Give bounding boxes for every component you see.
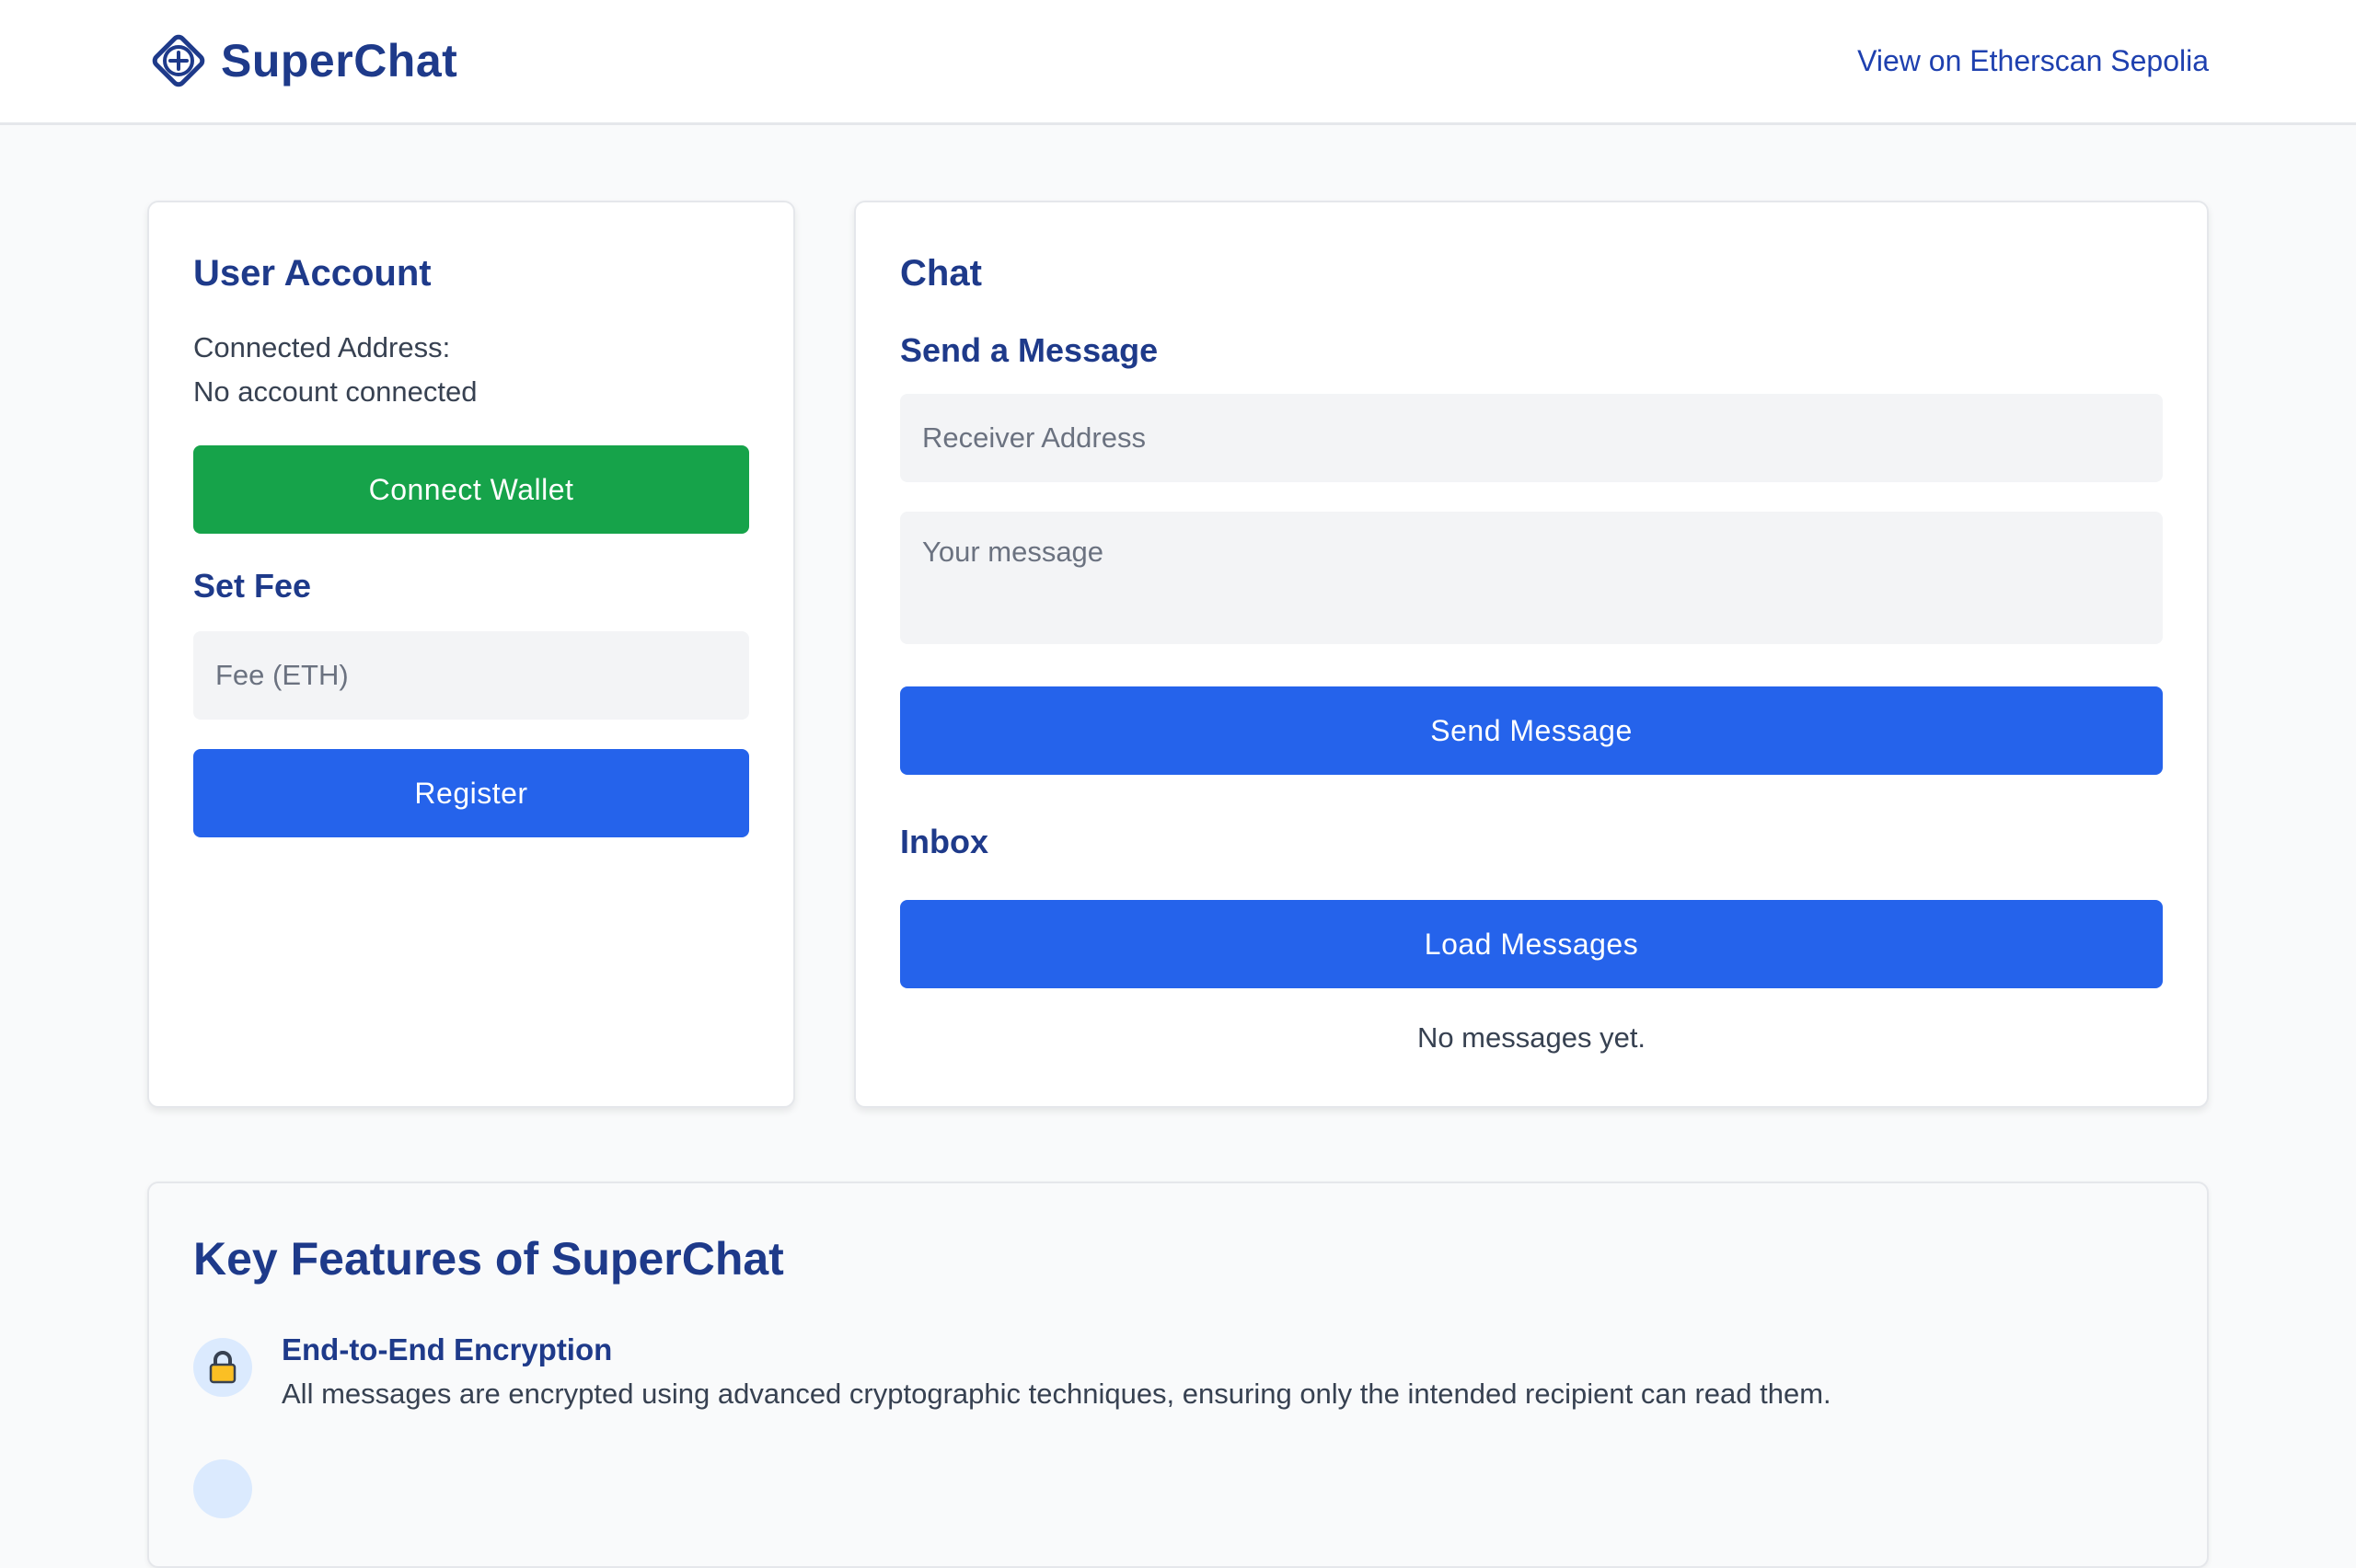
connect-wallet-button[interactable]: Connect Wallet xyxy=(193,445,749,534)
inbox-empty-text: No messages yet. xyxy=(1416,1021,1646,1054)
key-features-title: Key Features of SuperChat xyxy=(193,1233,784,1285)
user-account-card: User Account Connected Address: No accou… xyxy=(147,201,795,1108)
send-message-button[interactable]: Send Message xyxy=(900,686,2163,775)
plus-diamond-icon xyxy=(152,34,205,87)
chat-card: Chat Send a Message Send Message Inbox L… xyxy=(854,201,2209,1108)
feature-item: End-to-End Encryption All messages are e… xyxy=(193,1329,2163,1421)
feature-description: All messages are encrypted using advance… xyxy=(282,1378,1831,1410)
brand-name: SuperChat xyxy=(221,35,458,86)
key-features-section: Key Features of SuperChat End-to-End Enc… xyxy=(147,1182,2209,1568)
register-button[interactable]: Register xyxy=(193,749,749,837)
set-fee-title: Set Fee xyxy=(193,567,312,605)
feature-title: End-to-End Encryption xyxy=(282,1332,613,1366)
connected-address-label: Connected Address: xyxy=(193,331,451,363)
lock-icon xyxy=(209,1351,237,1384)
chat-title: Chat xyxy=(900,253,982,294)
load-messages-button[interactable]: Load Messages xyxy=(900,900,2163,988)
message-textarea[interactable] xyxy=(900,512,2163,644)
connected-address-value: No account connected xyxy=(193,375,478,408)
fee-input[interactable] xyxy=(193,631,749,720)
feature-icon-badge xyxy=(193,1459,252,1518)
receiver-address-input[interactable] xyxy=(900,394,2163,482)
inbox-title: Inbox xyxy=(900,823,988,860)
send-message-title: Send a Message xyxy=(900,331,1159,369)
user-account-title: User Account xyxy=(193,253,432,294)
feature-item-partial xyxy=(193,1450,2163,1542)
brand-logo-link[interactable]: SuperChat xyxy=(147,29,457,92)
etherscan-link[interactable]: View on Etherscan Sepolia xyxy=(1857,40,2209,81)
top-navbar: SuperChat View on Etherscan Sepolia xyxy=(0,0,2356,125)
feature-icon-badge xyxy=(193,1338,252,1397)
